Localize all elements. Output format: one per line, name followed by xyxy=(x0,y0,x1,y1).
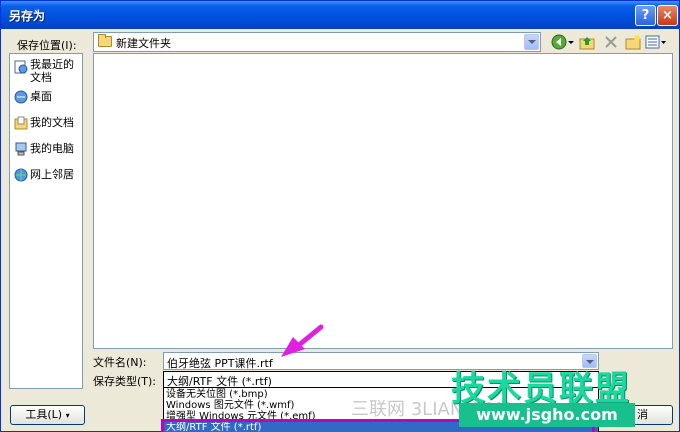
file-list[interactable] xyxy=(93,53,673,349)
pointer-arrow-icon xyxy=(281,324,324,357)
save-in-value: 新建文件夹 xyxy=(116,37,171,50)
place-my-documents[interactable]: 我的文档 xyxy=(12,114,82,134)
tools-label: 工具(L) xyxy=(25,408,63,421)
title-bar[interactable]: 另存为 ? × xyxy=(1,1,679,29)
place-label: 桌面 xyxy=(30,90,52,103)
tools-button[interactable]: 工具(L) ▾ xyxy=(10,405,85,425)
close-button[interactable]: × xyxy=(657,5,678,26)
places-bar: 我最近的文档 桌面 我的文档 我的电脑 网上邻居 xyxy=(9,53,83,389)
filename-label: 文件名(N): xyxy=(93,356,147,369)
place-label: 我的文档 xyxy=(30,116,74,129)
back-icon[interactable] xyxy=(551,34,567,50)
place-my-computer[interactable]: 我的电脑 xyxy=(12,140,82,160)
save-in-label: 保存位置(I): xyxy=(17,39,77,52)
place-label: 我最近的文档 xyxy=(30,58,74,84)
place-desktop[interactable]: 桌面 xyxy=(12,88,82,108)
up-folder-icon[interactable] xyxy=(579,34,595,50)
filetype-option[interactable]: Windows 图元文件 (*.wmf) xyxy=(166,400,294,411)
recent-docs-icon xyxy=(14,60,28,74)
my-computer-icon xyxy=(15,142,27,156)
save-in-combo[interactable]: 新建文件夹 xyxy=(93,32,541,52)
watermark-url: www.jsgho.com xyxy=(459,403,635,427)
new-folder-icon[interactable] xyxy=(625,34,641,50)
window-title: 另存为 xyxy=(9,9,46,23)
chevron-down-icon[interactable] xyxy=(524,34,539,50)
chevron-down-icon: ▾ xyxy=(65,411,70,420)
views-menu-icon[interactable] xyxy=(645,34,667,50)
place-label: 我的电脑 xyxy=(30,142,74,155)
place-recent-docs[interactable]: 我最近的文档 xyxy=(12,58,82,86)
my-documents-icon xyxy=(14,116,28,130)
filetype-label: 保存类型(T): xyxy=(93,375,157,388)
save-as-dialog: 另存为 ? × 保存位置(I): 新建文件夹 我最近的文档 桌面 我的文档 我的… xyxy=(0,0,680,432)
network-places-icon xyxy=(14,168,28,182)
back-dropdown-icon[interactable] xyxy=(567,34,575,50)
desktop-icon xyxy=(14,90,28,104)
place-network[interactable]: 网上邻居 xyxy=(12,166,82,186)
help-button[interactable]: ? xyxy=(635,5,656,26)
folder-icon xyxy=(98,34,112,47)
filename-value: 伯牙绝弦 PPT课件.rtf xyxy=(167,357,273,370)
place-label: 网上邻居 xyxy=(30,168,74,181)
filetype-option[interactable]: 设备无关位图 (*.bmp) xyxy=(166,389,268,400)
delete-icon[interactable] xyxy=(603,34,619,50)
cancel-label: 消 xyxy=(637,408,648,421)
